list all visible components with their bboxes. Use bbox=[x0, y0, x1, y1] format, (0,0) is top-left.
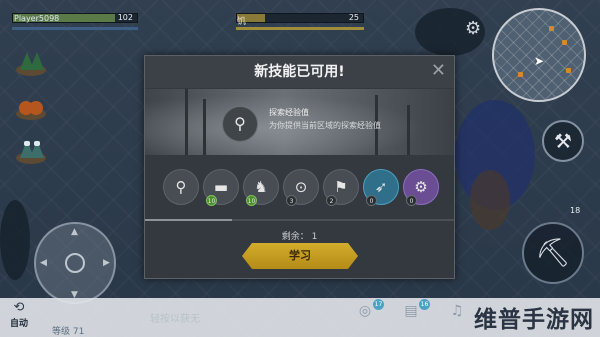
remaining-points: 剩余： 1 bbox=[145, 229, 454, 242]
coins-badge: 17 bbox=[373, 299, 384, 310]
skill-count: 0 bbox=[366, 195, 377, 206]
player-position-icon: ➤ bbox=[534, 54, 545, 68]
close-icon[interactable]: ✕ bbox=[431, 61, 446, 81]
progress-fill bbox=[145, 219, 232, 221]
autumn-forest-icon[interactable] bbox=[14, 90, 48, 120]
tree-trunk bbox=[407, 105, 410, 155]
remaining-value: 1 bbox=[311, 232, 318, 242]
auto-refresh-icon: ⟲ bbox=[13, 300, 25, 315]
map-marker bbox=[566, 68, 571, 73]
skill-unlock[interactable]: ⊙ 3 bbox=[283, 169, 319, 206]
map-icon[interactable]: ▤ 16 bbox=[400, 299, 430, 327]
skill-count: 0 bbox=[406, 195, 417, 206]
map-badge: 16 bbox=[419, 299, 430, 310]
watermark-logo: 维普手游网 bbox=[474, 307, 594, 333]
dog-icon: ♞ bbox=[254, 178, 268, 196]
dialog-title: 新技能已可用! bbox=[254, 64, 345, 80]
skill-log[interactable]: ▬ 10 bbox=[203, 169, 239, 206]
player-name: Player5098 bbox=[14, 14, 60, 23]
item-count: 18 bbox=[570, 206, 581, 215]
skill-motorcycle[interactable]: ⚙ 0 bbox=[403, 169, 439, 206]
minimap[interactable]: ➤ bbox=[492, 8, 586, 102]
tree-shape bbox=[29, 101, 43, 115]
skill-count: 2 bbox=[326, 195, 337, 206]
running-icon: ➶ bbox=[374, 178, 388, 196]
remaining-label: 剩余： bbox=[281, 232, 309, 242]
health-value: 102 bbox=[117, 13, 133, 22]
motorcycle-icon: ⚙ bbox=[414, 178, 428, 196]
log-icon: ▬ bbox=[213, 178, 229, 196]
snow-cap bbox=[34, 141, 40, 146]
movement-joystick[interactable]: ▲ ▼ ◀ ▶ bbox=[34, 222, 116, 304]
skill-explore[interactable]: ⚲ bbox=[163, 169, 199, 205]
progress-divider bbox=[145, 219, 454, 221]
hint-text: 轻按以获无 bbox=[150, 314, 200, 325]
map-marker bbox=[549, 26, 554, 31]
pine-forest-icon[interactable] bbox=[14, 46, 48, 76]
arrow-right-icon: ▶ bbox=[103, 258, 110, 268]
skill-count: 10 bbox=[246, 195, 257, 206]
hunger-value: 25 bbox=[348, 13, 359, 22]
learn-button[interactable]: 学习 bbox=[242, 243, 358, 269]
tree-trunk bbox=[185, 89, 188, 155]
featured-skill-description: 为你提供当前区域的探索经验值 bbox=[269, 121, 381, 130]
skill-walking[interactable]: ⚑ 2 bbox=[323, 169, 359, 206]
level-text: 等级 71 bbox=[52, 327, 85, 337]
snow-forest-icon[interactable] bbox=[14, 134, 48, 164]
hammer-wrench-icon[interactable]: ⚒ bbox=[542, 120, 584, 162]
pickaxe-icon[interactable]: ⛏ bbox=[522, 222, 584, 284]
explore-icon: ⚲ bbox=[175, 178, 187, 196]
new-skill-dialog: 新技能已可用! ✕ ⚲ 探索经验值 为你提供当前区域的探索经验值 ⚲ ▬ 10 … bbox=[144, 55, 455, 279]
auto-button[interactable]: ⟲ 自动 bbox=[4, 300, 34, 334]
hunger-line bbox=[236, 27, 364, 30]
skill-banner: ⚲ 探索经验值 为你提供当前区域的探索经验值 bbox=[145, 89, 454, 155]
joystick-knob[interactable] bbox=[65, 253, 85, 273]
skill-count: 10 bbox=[206, 195, 217, 206]
hunger-bar: 25 bbox=[236, 13, 364, 23]
unlock-icon: ⊙ bbox=[294, 178, 308, 196]
map-marker bbox=[518, 72, 523, 77]
skill-dog[interactable]: ♞ 10 bbox=[243, 169, 279, 206]
coins-icon[interactable]: ◎ 17 bbox=[354, 299, 384, 327]
map-marker bbox=[562, 40, 567, 45]
explore-icon: ⚲ bbox=[222, 106, 258, 142]
auto-label: 自动 bbox=[9, 319, 28, 329]
gear-icon[interactable]: ⚙ bbox=[465, 18, 481, 39]
skill-list: ⚲ ▬ 10 ♞ 10 ⊙ 3 ⚑ 2 ➶ 0 ⚙ 0 bbox=[145, 169, 454, 211]
tree-shape bbox=[30, 52, 44, 70]
featured-skill-name: 探索经验值 bbox=[269, 108, 309, 117]
health-line bbox=[12, 27, 138, 30]
arrow-up-icon: ▲ bbox=[71, 227, 78, 237]
bell-icon[interactable]: ♫ bbox=[446, 303, 468, 327]
tree-trunk bbox=[203, 99, 206, 155]
dialog-header: 新技能已可用! bbox=[145, 56, 454, 88]
hunger-label: 饥 bbox=[237, 17, 247, 27]
snow-cap bbox=[24, 141, 30, 146]
arrow-left-icon: ◀ bbox=[40, 258, 47, 268]
walking-icon: ⚑ bbox=[334, 178, 348, 196]
skill-running[interactable]: ➶ 0 bbox=[363, 169, 399, 206]
skill-count: 3 bbox=[286, 195, 297, 206]
